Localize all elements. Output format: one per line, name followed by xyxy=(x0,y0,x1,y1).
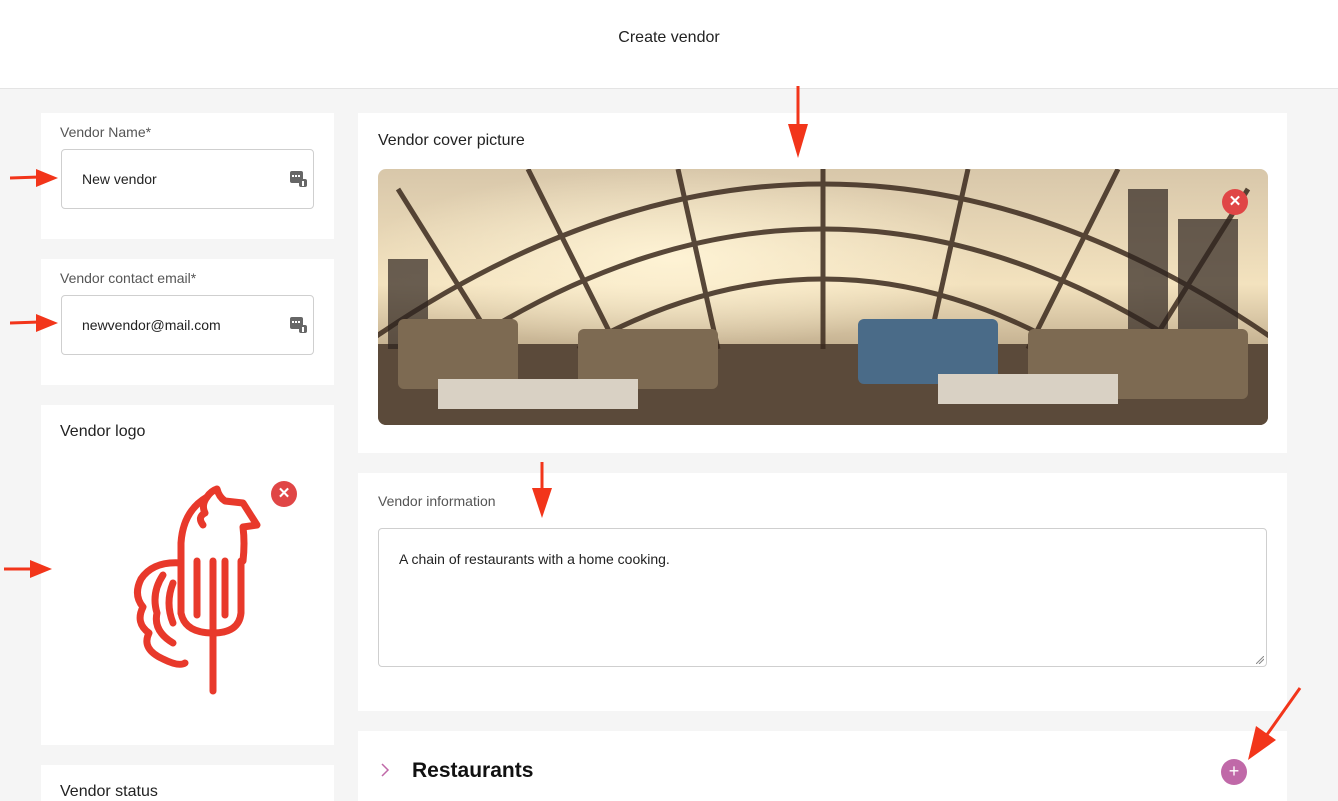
restaurants-card: Restaurants + xyxy=(358,731,1287,801)
annotation-arrow-icon xyxy=(4,560,52,578)
vendor-info-label: Vendor information xyxy=(378,493,496,509)
vendor-status-card: Vendor status xyxy=(41,765,334,801)
annotation-arrow-icon xyxy=(10,314,58,332)
vendor-cover-heading: Vendor cover picture xyxy=(378,132,525,149)
vendor-email-card: Vendor contact email* newvendor@mail.com xyxy=(41,259,334,385)
vendor-email-value: newvendor@mail.com xyxy=(82,317,221,333)
vendor-info-card: Vendor information A chain of restaurant… xyxy=(358,473,1287,711)
vendor-logo-card: Vendor logo ✕ xyxy=(41,405,334,745)
vendor-name-field[interactable]: New vendor xyxy=(61,149,314,209)
keyboard-icon[interactable] xyxy=(290,316,307,333)
restaurants-title[interactable]: Restaurants xyxy=(412,759,533,783)
vendor-email-label: Vendor contact email* xyxy=(60,270,197,286)
annotation-arrow-icon xyxy=(788,86,808,158)
vendor-info-textarea[interactable]: A chain of restaurants with a home cooki… xyxy=(378,528,1267,667)
resize-grip-icon[interactable] xyxy=(1256,656,1264,664)
annotation-arrow-icon xyxy=(10,169,58,187)
top-bar: Create vendor xyxy=(0,0,1338,89)
vendor-name-label: Vendor Name* xyxy=(60,124,152,140)
annotation-arrow-icon xyxy=(1248,687,1302,760)
add-restaurant-button[interactable]: + xyxy=(1221,759,1247,785)
rooster-fork-logo xyxy=(134,485,261,695)
annotation-arrow-icon xyxy=(532,462,552,518)
keyboard-icon[interactable] xyxy=(290,170,307,187)
vendor-info-value: A chain of restaurants with a home cooki… xyxy=(399,551,670,567)
vendor-status-heading: Vendor status xyxy=(60,783,158,800)
vendor-logo-heading: Vendor logo xyxy=(60,423,146,440)
remove-logo-button[interactable]: ✕ xyxy=(271,481,297,507)
remove-cover-button[interactable]: ✕ xyxy=(1222,189,1248,215)
vendor-name-value: New vendor xyxy=(82,171,157,187)
vendor-name-card: Vendor Name* New vendor xyxy=(41,113,334,239)
chevron-right-icon[interactable] xyxy=(378,762,392,778)
vendor-cover-card: Vendor cover picture ✕ xyxy=(358,113,1287,453)
cover-picture xyxy=(378,169,1268,425)
page-title: Create vendor xyxy=(618,29,720,46)
vendor-email-field[interactable]: newvendor@mail.com xyxy=(61,295,314,355)
